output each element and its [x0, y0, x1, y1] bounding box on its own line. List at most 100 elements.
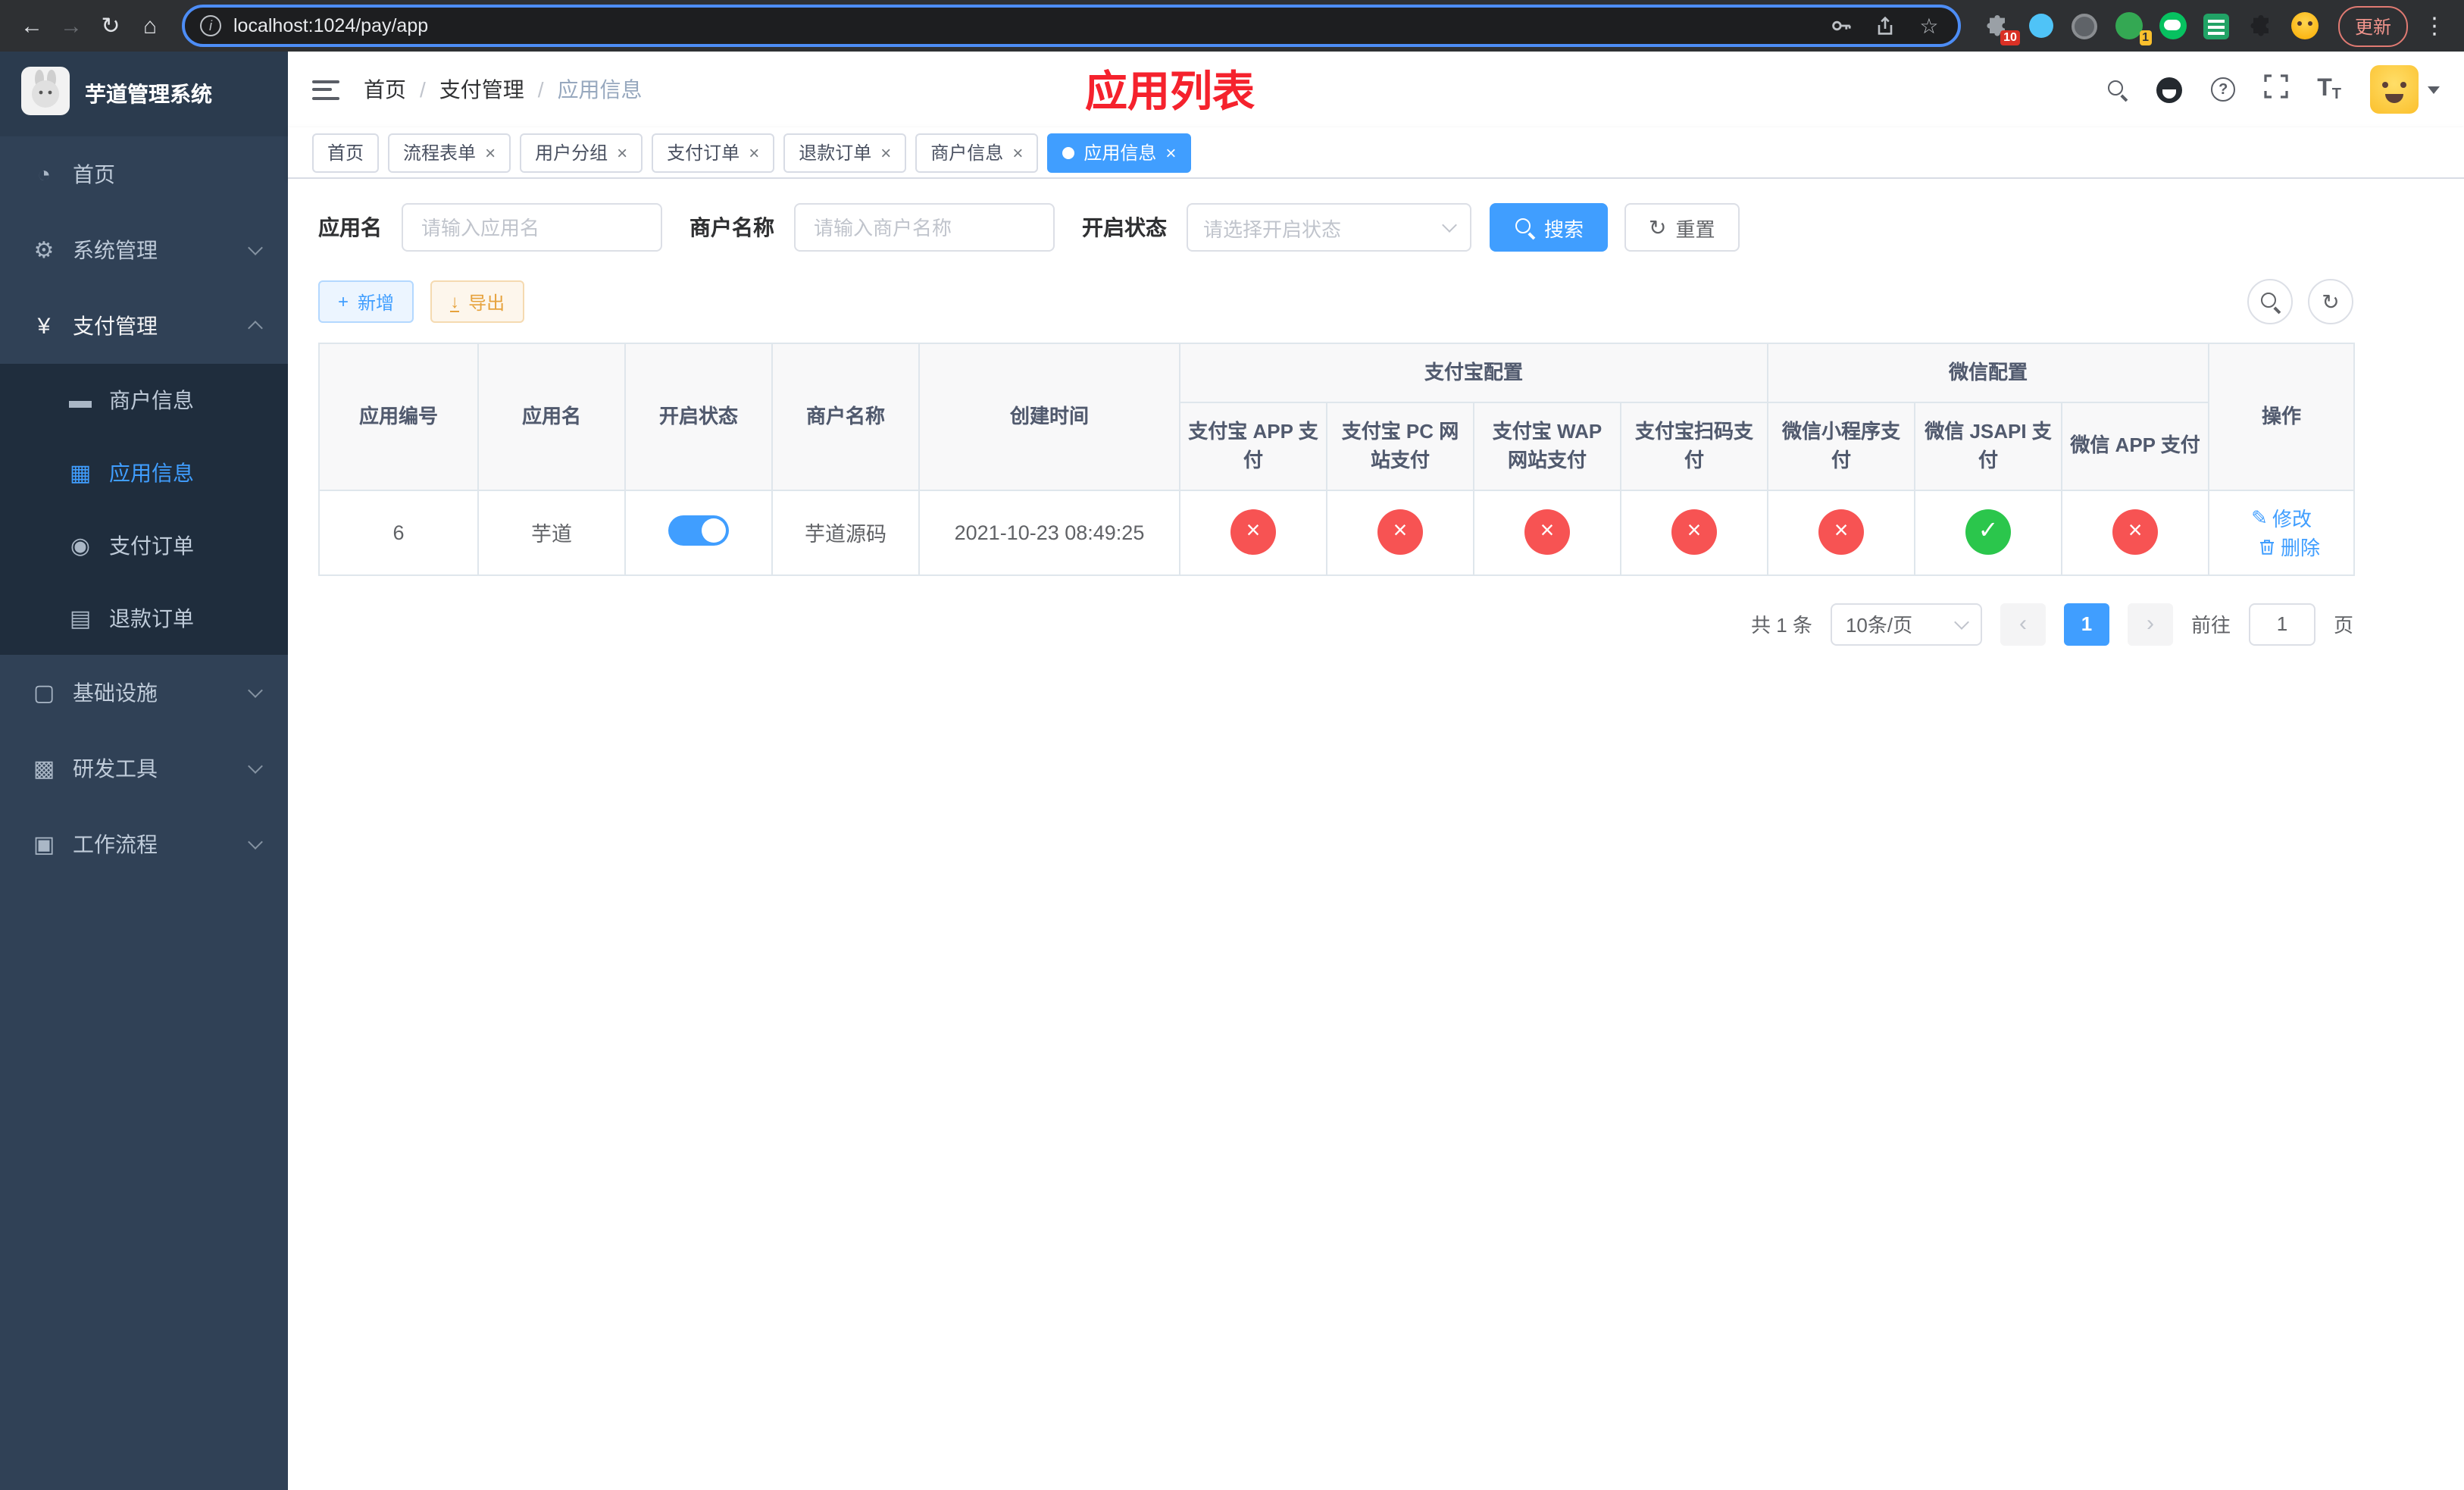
toggle-search-button[interactable]	[2247, 279, 2293, 324]
credit-card-icon: ▬	[69, 387, 92, 413]
browser-home-button[interactable]: ⌂	[130, 6, 170, 45]
extension-avatar-icon[interactable]: 1	[2114, 11, 2152, 45]
share-icon[interactable]	[1871, 12, 1899, 39]
status-cross-icon: ×	[1377, 509, 1423, 555]
sidebar-item-workflow[interactable]: ▣ 工作流程	[0, 806, 288, 882]
site-info-icon[interactable]: i	[200, 15, 221, 36]
extension-drop-icon[interactable]	[2026, 11, 2056, 41]
sidebar-item-home[interactable]: ◔ 首页	[0, 136, 288, 212]
reset-button[interactable]: ↻ 重置	[1624, 203, 1740, 252]
browser-menu-icon[interactable]: ⋮	[2417, 12, 2452, 39]
font-size-icon[interactable]: TT	[2317, 76, 2341, 103]
status-toggle[interactable]	[668, 515, 729, 545]
sidebar-item-payment[interactable]: ¥ 支付管理	[0, 288, 288, 364]
page-title: 应用列表	[1084, 68, 1255, 115]
collapse-sidebar-button[interactable]	[312, 80, 339, 99]
chevron-up-icon	[248, 321, 263, 336]
dark-puzzle-extension-icon[interactable]	[2246, 11, 2276, 41]
col-header-wx-app: 微信 APP 支付	[2061, 401, 2210, 490]
help-icon[interactable]: ?	[2211, 77, 2236, 102]
cell-alipay-app: ×	[1179, 489, 1327, 575]
yen-icon: ¥	[37, 313, 51, 339]
chevron-down-icon	[248, 683, 263, 698]
sidebar-item-app-info[interactable]: ▦ 应用信息	[0, 437, 288, 509]
goto-page-input[interactable]	[2248, 603, 2315, 645]
browser-update-button[interactable]: 更新	[2337, 5, 2408, 46]
sidebar-item-pay-order[interactable]: ◉ 支付订单	[0, 509, 288, 582]
extension-dark-icon[interactable]	[2070, 11, 2100, 41]
sidebar-item-merchant-info[interactable]: ▬ 商户信息	[0, 364, 288, 437]
page-size-select[interactable]: 10条/页	[1830, 603, 1982, 645]
close-icon[interactable]: ×	[617, 143, 627, 161]
tab-user-group[interactable]: 用户分组 ×	[520, 133, 643, 172]
navbar-actions: ? TT	[2106, 65, 2440, 114]
merchant-name-input[interactable]	[794, 203, 1055, 252]
status-label: 开启状态	[1082, 215, 1167, 239]
extensions-puzzle-icon[interactable]: 10	[1982, 11, 2020, 45]
sidebar-menu: ◔ 首页 ⚙ 系统管理 ¥ 支付管理 ▬ 商户信息 ▦ 应用信息 ◉ 支付订单 …	[0, 136, 288, 882]
search-icon	[2259, 291, 2281, 312]
browser-back-button[interactable]: ←	[12, 6, 52, 45]
close-icon[interactable]: ×	[749, 143, 759, 161]
tab-home[interactable]: 首页	[312, 133, 380, 172]
bookmark-star-icon[interactable]: ☆	[1915, 12, 1943, 39]
prev-page-button[interactable]: ‹	[2000, 603, 2046, 645]
edit-icon: ✎	[2251, 506, 2268, 528]
status-check-icon: ✓	[1965, 509, 2012, 555]
sidebar-item-refund-order[interactable]: ▤ 退款订单	[0, 582, 288, 655]
extension-badge: 10	[2000, 30, 2020, 45]
cell-alipay-qr: ×	[1619, 489, 1769, 575]
table-toolbar: + 新增 ↓ 导出 ↻	[318, 279, 2353, 324]
page-number-button[interactable]: 1	[2063, 603, 2109, 645]
browser-reload-button[interactable]: ↻	[91, 6, 130, 45]
export-button[interactable]: ↓ 导出	[430, 280, 525, 323]
payment-submenu: ▬ 商户信息 ▦ 应用信息 ◉ 支付订单 ▤ 退款订单	[0, 364, 288, 655]
status-cross-icon: ×	[1524, 509, 1570, 555]
fullscreen-icon[interactable]	[2264, 74, 2288, 105]
sidebar-item-system[interactable]: ⚙ 系统管理	[0, 212, 288, 288]
delete-link[interactable]: 删除	[2258, 532, 2320, 561]
close-icon[interactable]: ×	[485, 143, 496, 161]
user-avatar[interactable]	[2370, 65, 2440, 114]
add-button[interactable]: + 新增	[318, 280, 414, 323]
tab-merchant-info[interactable]: 商户信息 ×	[915, 133, 1039, 172]
tab-pay-order[interactable]: 支付订单 ×	[652, 133, 775, 172]
cell-wx-jsapi: ✓	[1914, 489, 2063, 575]
github-icon[interactable]	[2156, 77, 2183, 102]
cell-wx-mini: ×	[1767, 489, 1916, 575]
sidebar-item-dev-tools[interactable]: ▩ 研发工具	[0, 731, 288, 806]
col-header-actions: 操作	[2208, 343, 2356, 490]
url-text[interactable]: localhost:1024/pay/app	[233, 15, 1815, 36]
breadcrumb-payment[interactable]: 支付管理	[439, 74, 524, 105]
emoji-extension-icon[interactable]	[2290, 11, 2320, 41]
col-header-alipay-wap: 支付宝 WAP 网站支付	[1473, 401, 1621, 490]
sidebar-item-infra[interactable]: ▢ 基础设施	[0, 655, 288, 731]
close-icon[interactable]: ×	[1165, 143, 1176, 161]
wechat-extension-icon[interactable]	[2158, 11, 2188, 41]
refresh-table-button[interactable]: ↻	[2308, 279, 2353, 324]
search-icon[interactable]	[2106, 79, 2128, 100]
breadcrumb-separator: /	[537, 77, 544, 102]
password-key-icon[interactable]	[1828, 12, 1855, 39]
notes-extension-icon[interactable]	[2202, 11, 2232, 41]
tab-app-info[interactable]: 应用信息 ×	[1047, 133, 1192, 172]
filter-form: 应用名 商户名称 开启状态 请选择开启状态 搜索 ↻ 重置	[318, 203, 2434, 252]
search-button[interactable]: 搜索	[1490, 203, 1609, 252]
next-page-button[interactable]: ›	[2127, 603, 2173, 645]
status-select[interactable]: 请选择开启状态	[1187, 203, 1471, 252]
close-icon[interactable]: ×	[880, 143, 891, 161]
chevron-down-icon	[248, 834, 263, 850]
app-logo[interactable]: 芋道管理系统	[0, 52, 288, 136]
edit-link[interactable]: ✎ 修改	[2251, 503, 2312, 532]
cell-actions: ✎ 修改 删除	[2208, 489, 2356, 575]
tab-process-form[interactable]: 流程表单 ×	[388, 133, 511, 172]
app-name-input[interactable]	[402, 203, 662, 252]
address-bar[interactable]: i localhost:1024/pay/app ☆	[182, 5, 1961, 47]
workflow-icon: ▣	[33, 832, 55, 858]
tab-refund-order[interactable]: 退款订单 ×	[783, 133, 907, 172]
refresh-icon: ↻	[2322, 289, 2340, 313]
browser-forward-button[interactable]: →	[52, 6, 91, 45]
close-icon[interactable]: ×	[1012, 143, 1023, 161]
breadcrumb-home[interactable]: 首页	[364, 74, 406, 105]
col-header-created: 创建时间	[918, 343, 1180, 490]
